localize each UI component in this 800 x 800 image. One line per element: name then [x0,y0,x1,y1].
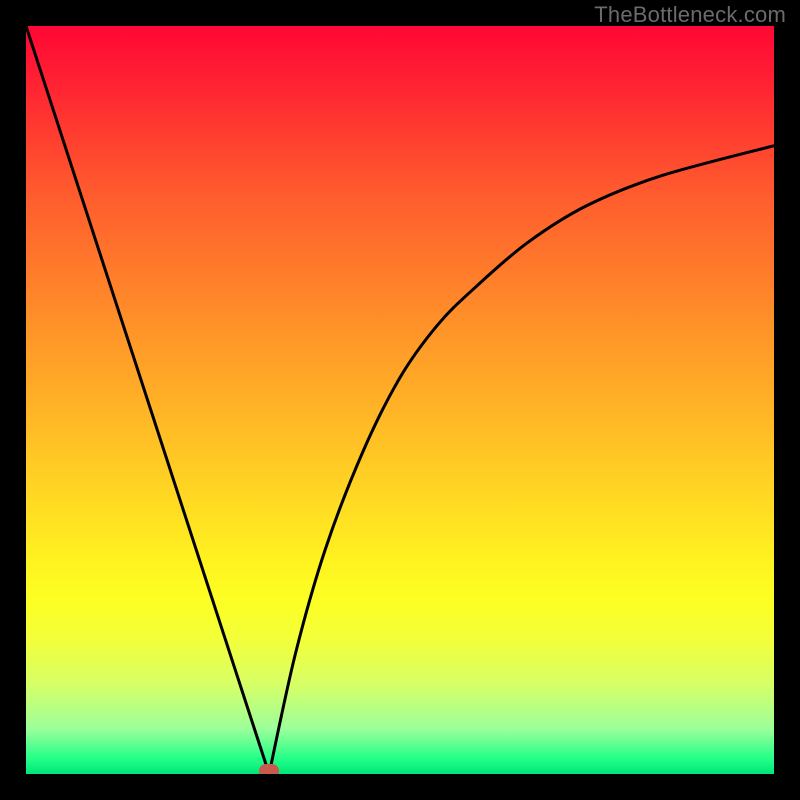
chart-frame: TheBottleneck.com [0,0,800,800]
curve-layer [26,26,774,774]
watermark-text: TheBottleneck.com [594,2,786,28]
right-curve-line [269,146,774,774]
minimum-marker [259,764,279,774]
plot-area [26,26,774,774]
left-slope-line [26,26,269,774]
